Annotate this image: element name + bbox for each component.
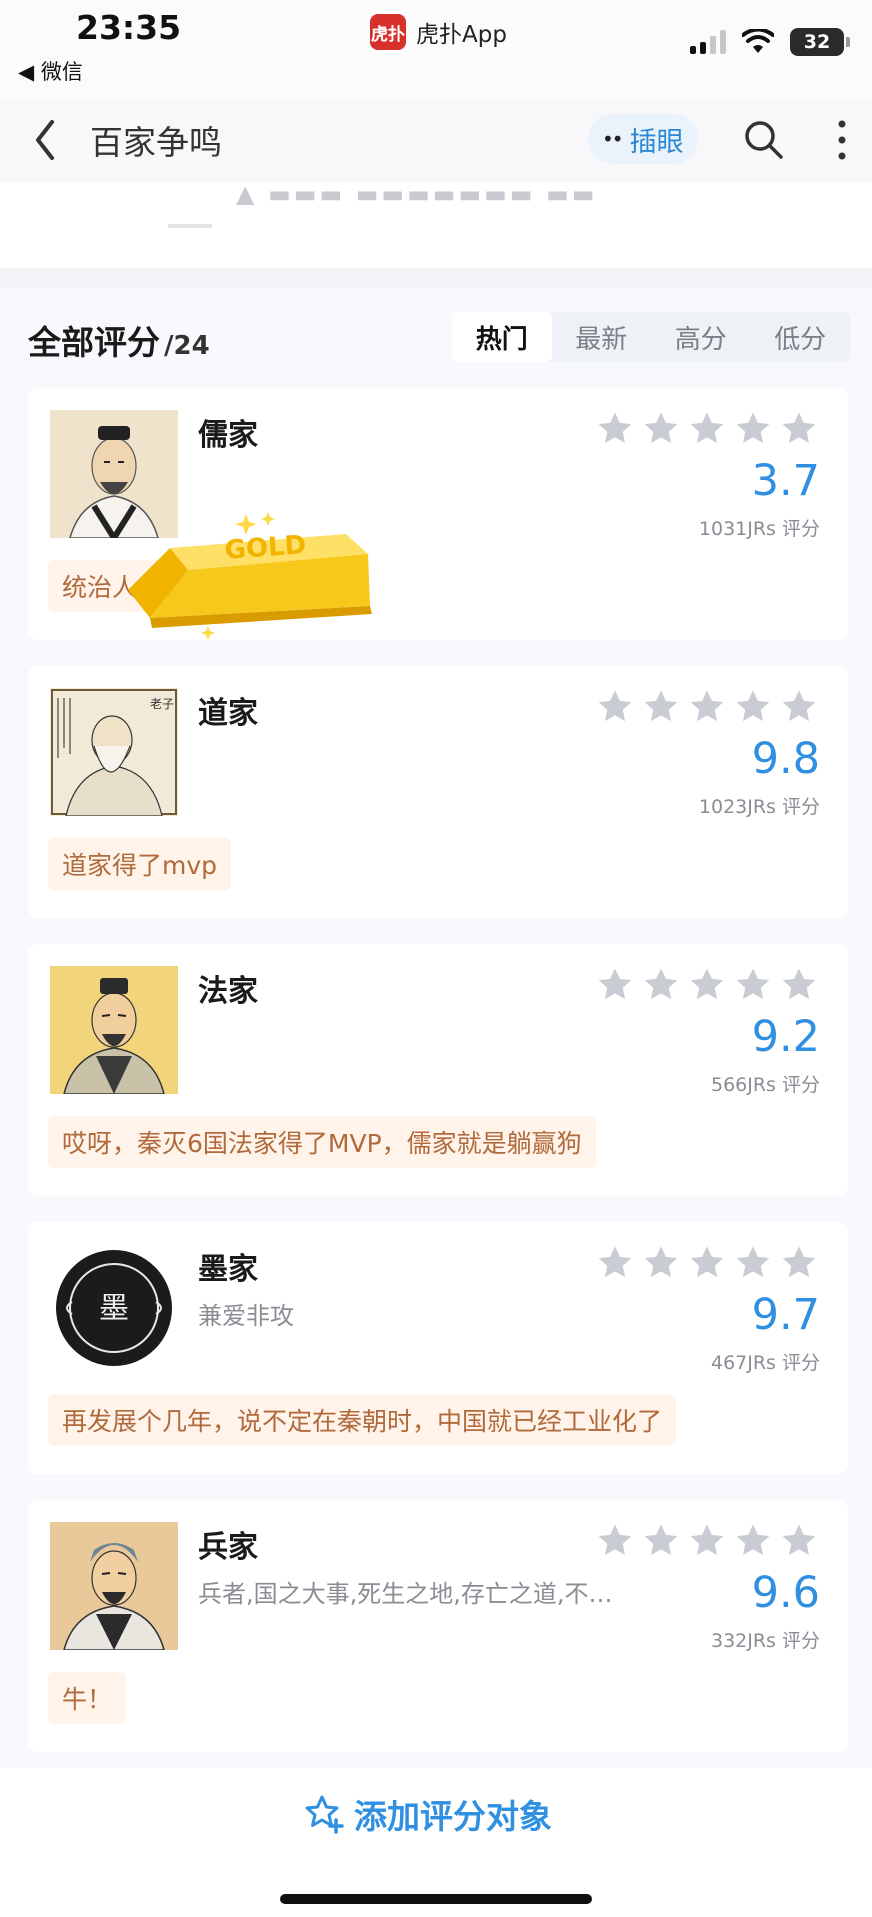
- star-icon: [644, 1246, 678, 1278]
- eyes-icon: ••: [602, 127, 624, 151]
- faded-creator-line: ▲ ▬▬▬ ▬▬▬▬▬▬▬ ▬▬: [236, 180, 598, 208]
- item-name: 道家: [198, 696, 258, 731]
- top-comment[interactable]: 哎呀，秦灭6国法家得了MVP，儒家就是躺赢狗: [48, 1116, 596, 1168]
- list-count: /24: [164, 331, 210, 361]
- add-rating-target-button[interactable]: 添加评分对象: [304, 1790, 552, 1838]
- item-name: 兵家: [198, 1530, 258, 1565]
- star-icon: [736, 412, 770, 444]
- star-icon: [690, 1246, 724, 1278]
- top-comment[interactable]: 牛！: [48, 1672, 127, 1724]
- star-icon: [736, 690, 770, 722]
- tab-high[interactable]: 高分: [651, 312, 751, 362]
- mohist-emblem-avatar: 墨: [50, 1244, 178, 1372]
- star-icon: [690, 412, 724, 444]
- star-icon: [598, 690, 632, 722]
- star-rating: [596, 410, 818, 448]
- star-icon: [782, 412, 816, 444]
- star-rating: [596, 1244, 818, 1282]
- top-comment[interactable]: 再发展个几年，说不定在秦朝时，中国就已经工业化了: [48, 1394, 677, 1446]
- page-title: 百家争鸣: [90, 123, 222, 162]
- strategist-portrait-avatar: [50, 1522, 178, 1650]
- system-indicators: 32: [690, 28, 850, 56]
- svg-text:GOLD: GOLD: [224, 530, 307, 566]
- item-name: 墨家: [198, 1252, 258, 1287]
- star-icon: [736, 1524, 770, 1556]
- status-bar: 23:35 ◀ 微信 虎扑 虎扑App 32: [0, 0, 872, 100]
- wifi-icon: [742, 29, 774, 53]
- legalist-portrait-avatar: [50, 966, 178, 1094]
- star-icon: [690, 1524, 724, 1556]
- rater-count: 332JRs 评分: [710, 1630, 820, 1652]
- star-icon: [644, 1524, 678, 1556]
- app-indicator: 虎扑 虎扑App: [370, 14, 507, 50]
- item-score: 9.7: [751, 1290, 820, 1340]
- star-rating: [596, 1522, 818, 1560]
- item-name: 儒家: [198, 418, 258, 453]
- star-icon: [598, 412, 632, 444]
- tab-low[interactable]: 低分: [751, 312, 851, 362]
- star-icon: [598, 968, 632, 1000]
- back-arrow-icon[interactable]: [28, 116, 68, 164]
- tab-latest[interactable]: 最新: [552, 312, 652, 362]
- list-header: 全部评分 /24: [28, 316, 210, 364]
- item-description: 兵者,国之大事,死生之地,存亡之道,不…: [198, 1580, 613, 1608]
- star-icon: [736, 968, 770, 1000]
- star-icon: [644, 690, 678, 722]
- bottom-bar: 添加评分对象: [0, 1768, 872, 1917]
- item-name: 法家: [198, 974, 258, 1009]
- search-icon[interactable]: [742, 118, 784, 160]
- star-icon: [690, 968, 724, 1000]
- rater-count: 566JRs 评分: [710, 1074, 820, 1096]
- list-title: 全部评分: [28, 323, 160, 362]
- star-icon: [690, 690, 724, 722]
- gold-bar-sticker-icon: GOLD: [128, 512, 372, 640]
- rater-count: 1031JRs 评分: [698, 518, 820, 540]
- svg-text:老子: 老子: [150, 697, 174, 711]
- top-comment[interactable]: 道家得了mvp: [48, 838, 232, 890]
- star-icon: [782, 690, 816, 722]
- add-rating-label: 添加评分对象: [354, 1797, 552, 1836]
- hupu-logo-icon: 虎扑: [370, 14, 406, 50]
- star-icon: [644, 412, 678, 444]
- divider: [168, 224, 212, 228]
- star-rating: [596, 966, 818, 1004]
- list-item[interactable]: 法家 9.2 566JRs 评分 哎呀，秦灭6国法家得了MVP，儒家就是躺赢狗: [28, 944, 848, 1196]
- list-item[interactable]: 兵家 兵者,国之大事,死生之地,存亡之道,不… 9.6 332JRs 评分 牛！: [28, 1500, 848, 1752]
- list-item[interactable]: 老子 道家 9.8 1023JRs 评分 道家得了mvp: [28, 666, 848, 918]
- star-rating: [596, 688, 818, 726]
- item-score: 9.8: [751, 734, 820, 784]
- more-options-icon[interactable]: [832, 118, 852, 162]
- home-indicator[interactable]: [280, 1894, 592, 1904]
- peek-button[interactable]: •• 插眼: [588, 114, 698, 164]
- nav-bar: 百家争鸣 •• 插眼: [0, 100, 872, 182]
- sort-tabs: 热门 最新 高分 低分: [452, 312, 850, 362]
- battery-icon: 32: [790, 28, 850, 56]
- peek-label: 插眼: [629, 126, 684, 158]
- star-icon: [644, 968, 678, 1000]
- back-to-wechat-link[interactable]: ◀ 微信: [18, 56, 83, 86]
- clock: 23:35: [76, 8, 182, 47]
- star-icon: [736, 1246, 770, 1278]
- rater-count: 1023JRs 评分: [698, 796, 820, 818]
- cellular-signal-icon: [690, 30, 726, 54]
- star-icon: [782, 1524, 816, 1556]
- star-icon: [598, 1246, 632, 1278]
- taoist-portrait-avatar: 老子: [50, 688, 178, 816]
- item-score: 9.6: [751, 1568, 820, 1618]
- star-icon: [782, 1246, 816, 1278]
- item-score: 9.2: [751, 1012, 820, 1062]
- star-icon: [782, 968, 816, 1000]
- star-plus-icon: [305, 1795, 344, 1834]
- rater-count: 467JRs 评分: [710, 1352, 820, 1374]
- tab-hot[interactable]: 热门: [452, 312, 552, 362]
- star-icon: [598, 1524, 632, 1556]
- svg-text:墨: 墨: [99, 1291, 129, 1326]
- app-name: 虎扑App: [416, 22, 507, 48]
- item-score: 3.7: [751, 456, 820, 506]
- topic-header-remnant: ▲ ▬▬▬ ▬▬▬▬▬▬▬ ▬▬: [0, 180, 872, 268]
- item-description: 兼爱非攻: [198, 1302, 294, 1330]
- list-item[interactable]: 墨 墨家 兼爱非攻 9.7 467JRs 评分 再发展个几年，说不定在秦朝时，中…: [28, 1222, 848, 1474]
